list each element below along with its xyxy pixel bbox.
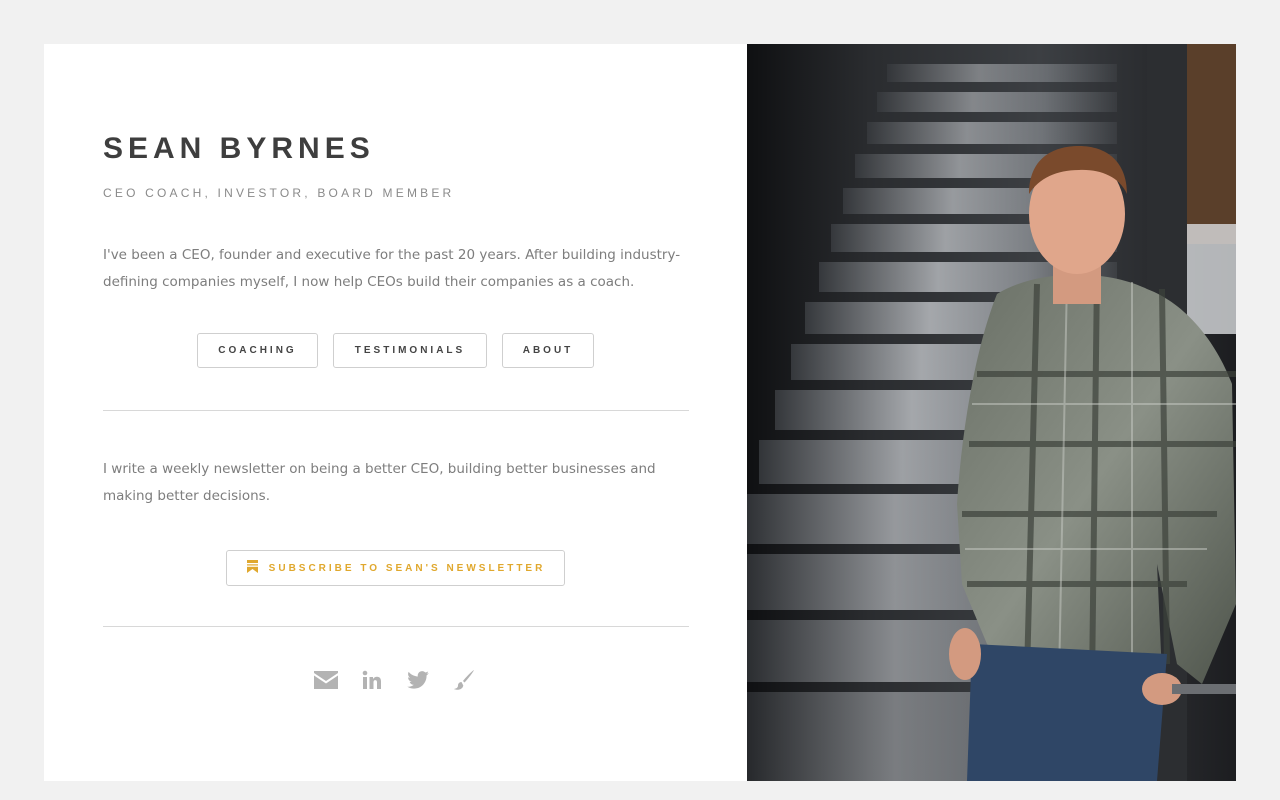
- about-button[interactable]: ABOUT: [502, 333, 594, 368]
- page-title: SEAN BYRNES: [103, 132, 375, 165]
- social-links: [314, 666, 484, 694]
- subscribe-label: SUBSCRIBE TO SEAN'S NEWSLETTER: [268, 562, 546, 574]
- intro-text: I've been a CEO, founder and executive f…: [103, 247, 681, 290]
- coaching-button[interactable]: COACHING: [197, 333, 318, 368]
- twitter-icon[interactable]: [406, 668, 430, 692]
- testimonials-button[interactable]: TESTIMONIALS: [333, 333, 487, 368]
- newsletter-text: I write a weekly newsletter on being a b…: [103, 461, 656, 504]
- profile-panel: SEAN BYRNES CEO COACH, INVESTOR, BOARD M…: [44, 44, 747, 781]
- divider: [103, 626, 689, 627]
- portrait-photo: [747, 44, 1236, 781]
- profile-card: SEAN BYRNES CEO COACH, INVESTOR, BOARD M…: [44, 44, 1236, 781]
- subscribe-button[interactable]: SUBSCRIBE TO SEAN'S NEWSLETTER: [226, 550, 565, 586]
- portrait-image: [747, 44, 1236, 781]
- nav-buttons: COACHING TESTIMONIALS ABOUT: [44, 333, 747, 370]
- linkedin-icon[interactable]: [360, 668, 384, 692]
- divider: [103, 410, 689, 411]
- paintbrush-icon[interactable]: [452, 668, 476, 692]
- tagline: CEO COACH, INVESTOR, BOARD MEMBER: [103, 186, 455, 200]
- bookmark-icon: [246, 559, 259, 577]
- email-icon[interactable]: [314, 668, 338, 692]
